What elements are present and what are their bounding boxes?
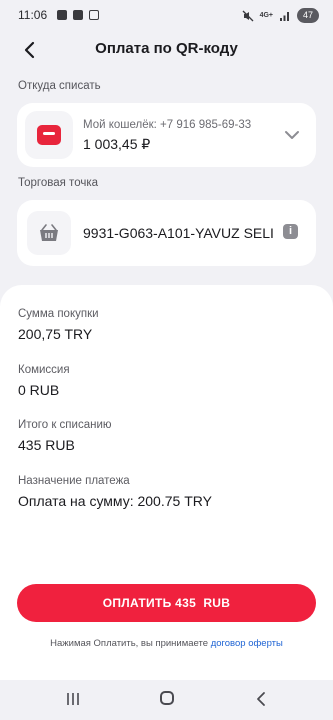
signal-icon bbox=[280, 11, 289, 21]
merchant-section-label: Торговая точка bbox=[18, 177, 99, 189]
purpose-value: Оплата на сумму: 200.75 TRY bbox=[18, 493, 212, 509]
nav-back-icon[interactable] bbox=[254, 691, 268, 707]
header: Оплата по QR-коду bbox=[0, 32, 333, 66]
battery-icon: 47 bbox=[297, 8, 319, 23]
terms-prefix: Нажимая Оплатить, вы принимаете bbox=[50, 638, 209, 649]
check-notification-icon bbox=[73, 10, 83, 20]
fee-value: 0 RUB bbox=[18, 382, 60, 398]
total-label: Итого к списанию bbox=[18, 419, 112, 431]
page-title: Оплата по QR-коду bbox=[95, 40, 238, 57]
wallet-icon bbox=[37, 125, 61, 145]
payment-details-sheet: Сумма покупки 200,75 TRY Комиссия 0 RUB … bbox=[0, 285, 333, 720]
status-time: 11:06 bbox=[18, 8, 48, 22]
purpose-label: Назначение платежа bbox=[18, 475, 130, 487]
system-nav-bar bbox=[0, 680, 333, 720]
merchant-icon-tile bbox=[27, 211, 71, 255]
merchant-card: 9931-G063-A101-YAVUZ SELI i bbox=[17, 200, 316, 266]
wallet-selector[interactable]: Мой кошелёк: +7 916 985-69-33 1 003,45 ₽ bbox=[17, 103, 316, 167]
total-value: 435 RUB bbox=[18, 437, 75, 453]
home-icon[interactable] bbox=[160, 691, 174, 705]
notification-icons bbox=[57, 10, 99, 20]
offer-agreement-link[interactable]: договор оферты bbox=[211, 638, 283, 649]
basket-icon bbox=[40, 224, 58, 241]
recents-icon[interactable] bbox=[66, 692, 80, 706]
wallet-balance: 1 003,45 ₽ bbox=[83, 136, 151, 152]
scan-notification-icon bbox=[89, 10, 99, 20]
merchant-name: 9931-G063-A101-YAVUZ SELI bbox=[83, 225, 274, 241]
wallet-name: Мой кошелёк: +7 916 985-69-33 bbox=[83, 119, 252, 131]
message-notification-icon bbox=[57, 10, 67, 20]
fee-label: Комиссия bbox=[18, 364, 70, 376]
network-type: 4G+ bbox=[259, 12, 273, 19]
mute-icon bbox=[242, 10, 254, 21]
info-icon[interactable]: i bbox=[283, 224, 298, 239]
status-bar: 11:06 4G+ 47 bbox=[0, 0, 333, 32]
chevron-down-icon[interactable] bbox=[284, 127, 300, 143]
amount-value: 200,75 TRY bbox=[18, 326, 93, 342]
status-right-icons: 4G+ 47 bbox=[242, 8, 319, 23]
terms-text: Нажимая Оплатить, вы принимаете договор … bbox=[0, 638, 333, 649]
amount-label: Сумма покупки bbox=[18, 308, 99, 320]
source-section-label: Откуда списать bbox=[18, 80, 101, 92]
wallet-icon-tile bbox=[25, 111, 73, 159]
pay-button[interactable]: ОПЛАТИТЬ 435 RUB bbox=[17, 584, 316, 622]
